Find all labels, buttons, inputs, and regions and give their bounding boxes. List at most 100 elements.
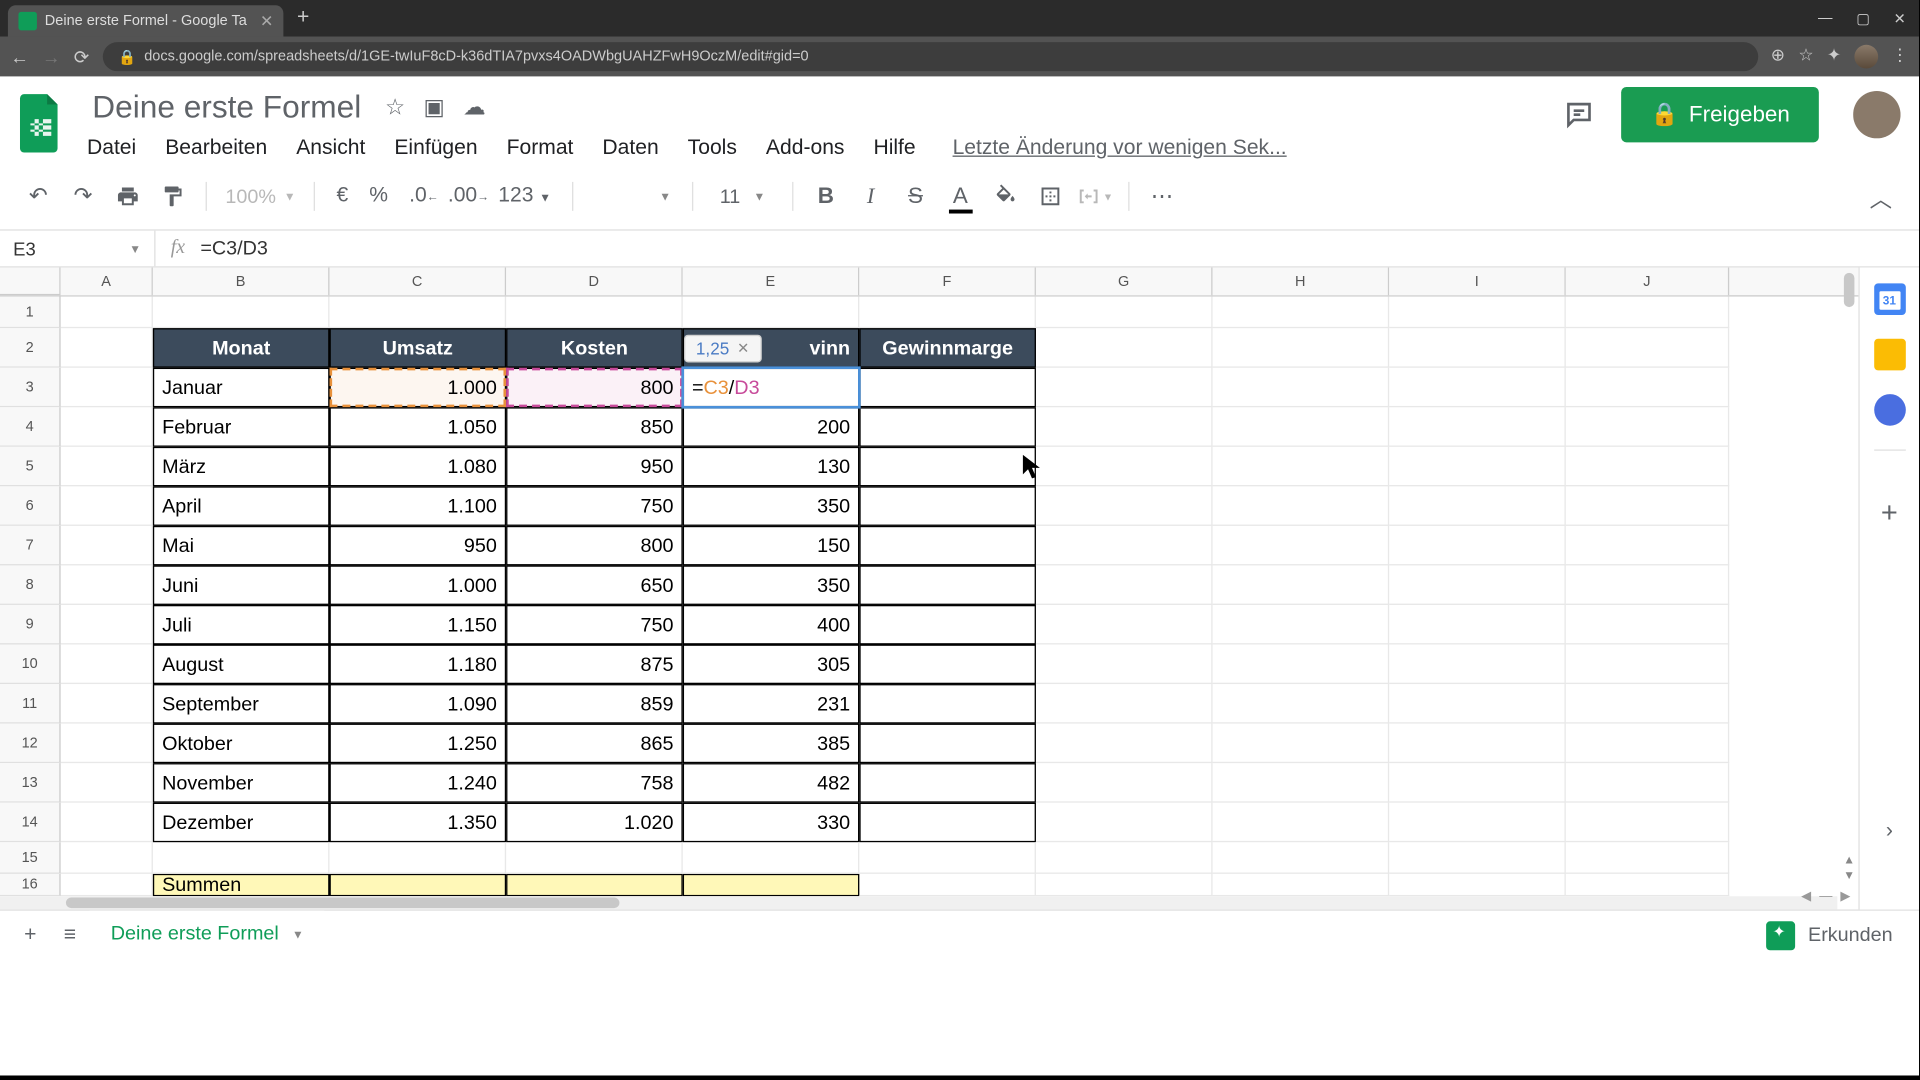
cell[interactable]: [1213, 447, 1390, 487]
text-color-button[interactable]: A: [941, 177, 981, 217]
row-header[interactable]: 11: [0, 684, 61, 724]
cell[interactable]: 758: [506, 763, 683, 803]
cell[interactable]: [1036, 724, 1213, 764]
cell[interactable]: [1036, 645, 1213, 685]
sheet-tab[interactable]: Deine erste Formel ▼: [90, 911, 325, 960]
cell[interactable]: [1036, 526, 1213, 566]
name-box-dropdown-icon[interactable]: ▼: [129, 242, 141, 255]
cell[interactable]: [61, 605, 153, 645]
cell[interactable]: [61, 874, 153, 896]
cell[interactable]: [1036, 763, 1213, 803]
name-box[interactable]: E3 ▼: [0, 231, 156, 267]
cell[interactable]: [1566, 565, 1729, 605]
fill-color-button[interactable]: [985, 177, 1025, 217]
cell[interactable]: Juni: [153, 565, 330, 605]
row-header[interactable]: 15: [0, 842, 61, 874]
cell[interactable]: November: [153, 763, 330, 803]
cell[interactable]: [1389, 724, 1566, 764]
cell[interactable]: [1389, 645, 1566, 685]
add-sheet-button[interactable]: +: [11, 915, 51, 955]
cell[interactable]: [1389, 447, 1566, 487]
row-header[interactable]: 8: [0, 565, 61, 605]
cell[interactable]: [1389, 407, 1566, 447]
cell[interactable]: [61, 297, 153, 329]
cell[interactable]: Juli: [153, 605, 330, 645]
cell[interactable]: [61, 447, 153, 487]
sheet-nav-arrows[interactable]: ◀—▶: [1801, 890, 1850, 904]
menu-view[interactable]: Ansicht: [296, 137, 365, 161]
cell[interactable]: [61, 328, 153, 368]
decrease-decimal-button[interactable]: .0←: [401, 185, 434, 209]
cell[interactable]: [859, 724, 1036, 764]
bookmark-icon[interactable]: ☆: [1798, 45, 1813, 69]
cell[interactable]: 200: [683, 407, 860, 447]
cell[interactable]: [1036, 447, 1213, 487]
move-folder-icon[interactable]: ▣: [424, 95, 445, 121]
cell[interactable]: [61, 842, 153, 874]
collapse-toolbar-icon[interactable]: ︿: [1861, 177, 1901, 217]
menu-insert[interactable]: Einfügen: [394, 137, 477, 161]
cell[interactable]: 800: [506, 526, 683, 566]
cell[interactable]: [1213, 368, 1390, 408]
menu-data[interactable]: Daten: [602, 137, 658, 161]
cell[interactable]: [859, 645, 1036, 685]
cell[interactable]: [1566, 763, 1729, 803]
account-avatar[interactable]: [1853, 91, 1900, 138]
row-header[interactable]: 13: [0, 763, 61, 803]
cell[interactable]: [1566, 605, 1729, 645]
forward-icon[interactable]: →: [42, 46, 60, 67]
row-header[interactable]: 12: [0, 724, 61, 764]
cell[interactable]: [1566, 645, 1729, 685]
star-icon[interactable]: ☆: [385, 95, 405, 121]
cell[interactable]: 1.180: [330, 645, 507, 685]
cell[interactable]: 350: [683, 565, 860, 605]
cell[interactable]: 800: [506, 368, 683, 408]
cell[interactable]: [1389, 328, 1566, 368]
cell[interactable]: [1036, 842, 1213, 874]
horizontal-scrollbar[interactable]: [0, 896, 1837, 909]
more-toolbar-icon[interactable]: ⋯: [1142, 177, 1182, 217]
share-button[interactable]: 🔒 Freigeben: [1621, 87, 1818, 142]
cell[interactable]: [506, 297, 683, 329]
zoom-indicator-icon[interactable]: ⊕: [1771, 45, 1785, 69]
cell[interactable]: 865: [506, 724, 683, 764]
cell[interactable]: [1566, 724, 1729, 764]
cell[interactable]: [330, 297, 507, 329]
cell[interactable]: [1036, 605, 1213, 645]
cell[interactable]: [61, 803, 153, 843]
cell[interactable]: [683, 874, 860, 896]
cell[interactable]: 231: [683, 684, 860, 724]
menu-help[interactable]: Hilfe: [873, 137, 915, 161]
cell[interactable]: 1.240: [330, 763, 507, 803]
cell[interactable]: [1213, 803, 1390, 843]
cell[interactable]: 950: [506, 447, 683, 487]
italic-button[interactable]: I: [851, 177, 891, 217]
close-preview-icon[interactable]: ✕: [737, 340, 749, 357]
col-header[interactable]: I: [1389, 268, 1566, 296]
cell[interactable]: Januar: [153, 368, 330, 408]
cell[interactable]: [1213, 724, 1390, 764]
cell[interactable]: [859, 684, 1036, 724]
col-header[interactable]: G: [1036, 268, 1213, 296]
cell[interactable]: [859, 297, 1036, 329]
cell[interactable]: [61, 684, 153, 724]
menu-tools[interactable]: Tools: [688, 137, 737, 161]
cell[interactable]: [1389, 842, 1566, 874]
cell[interactable]: [1566, 874, 1729, 896]
cell[interactable]: 950: [330, 526, 507, 566]
cell[interactable]: [1566, 328, 1729, 368]
cell[interactable]: [153, 842, 330, 874]
cell[interactable]: [1389, 565, 1566, 605]
row-header[interactable]: 1: [0, 297, 61, 329]
cell[interactable]: [1213, 605, 1390, 645]
explore-button[interactable]: Erkunden: [1766, 921, 1909, 950]
cell[interactable]: [61, 724, 153, 764]
header-umsatz[interactable]: Umsatz: [330, 328, 507, 368]
redo-icon[interactable]: ↷: [63, 177, 103, 217]
cell[interactable]: [859, 368, 1036, 408]
row-header[interactable]: 10: [0, 645, 61, 685]
cell[interactable]: [1213, 407, 1390, 447]
cell[interactable]: [1213, 684, 1390, 724]
cell[interactable]: [1036, 368, 1213, 408]
cell[interactable]: 305: [683, 645, 860, 685]
